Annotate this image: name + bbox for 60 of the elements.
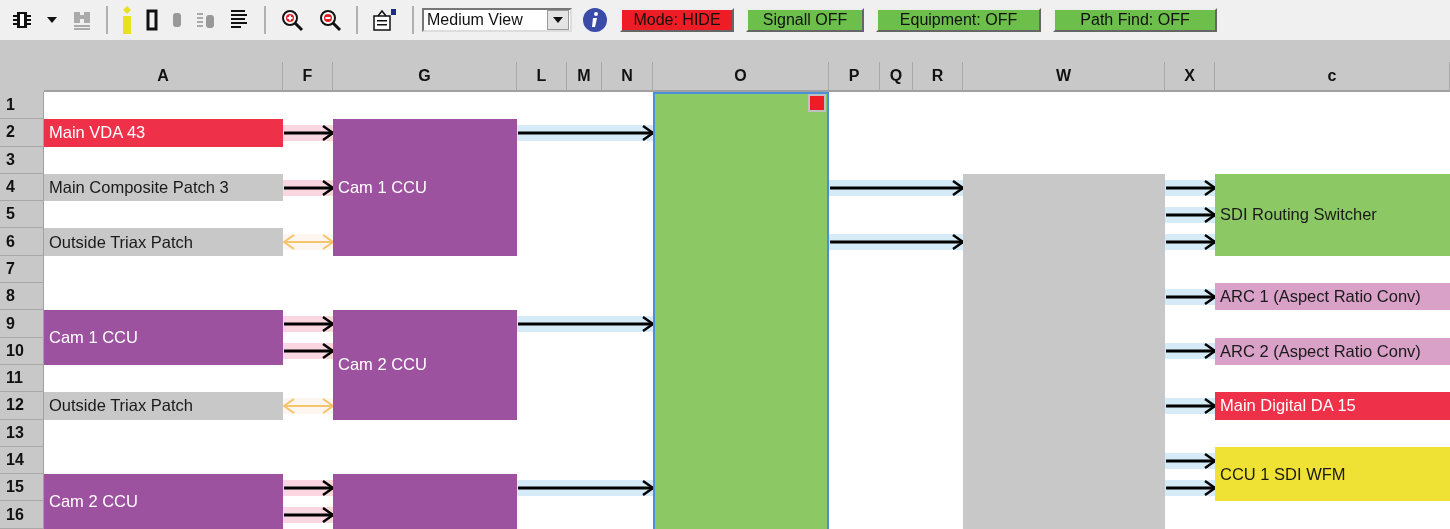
row-header[interactable]: 10	[0, 337, 44, 365]
equipment-block[interactable]: Cam 2 CCU	[333, 310, 517, 420]
row-header[interactable]: 13	[0, 419, 44, 447]
row-header[interactable]: 14	[0, 446, 44, 475]
equipment-block[interactable]: Cam 1 CCU	[44, 310, 283, 365]
column-header[interactable]: P	[829, 62, 880, 92]
row-header[interactable]: 1	[0, 92, 44, 120]
column-header[interactable]: G	[333, 62, 517, 92]
toggle-button[interactable]: Mode: HIDE	[620, 8, 734, 32]
row-header[interactable]: 12	[0, 392, 44, 420]
equipment-block[interactable]: Cam 2 CCU	[44, 474, 283, 529]
chip-icon[interactable]	[12, 10, 32, 30]
row-header[interactable]: 15	[0, 474, 44, 502]
equipment-block[interactable]: Main Digital DA 15	[1215, 392, 1450, 420]
toggle-button[interactable]: Path Find: OFF	[1053, 8, 1217, 32]
row-header[interactable]: 11	[0, 364, 44, 393]
row-header[interactable]: 16	[0, 501, 44, 529]
column-header[interactable]: W	[963, 62, 1165, 92]
column-header[interactable]: F	[283, 62, 333, 92]
column-header[interactable]: N	[602, 62, 653, 92]
caret-icon[interactable]	[46, 16, 58, 24]
row-header[interactable]: 5	[0, 201, 44, 229]
row-header[interactable]: 3	[0, 146, 44, 174]
properties-icon[interactable]	[372, 8, 398, 32]
toggle-button[interactable]: Signall OFF	[746, 8, 864, 32]
equipment-block[interactable]: Outside Triax Patch	[44, 392, 283, 420]
equipment-block[interactable]: Outside Triax Patch	[44, 228, 283, 256]
info-marker-icon[interactable]	[122, 6, 132, 34]
row-header[interactable]: 9	[0, 310, 44, 338]
equipment-block[interactable]: Main Composite Patch 3	[44, 173, 283, 202]
column-header[interactable]: A	[44, 62, 283, 92]
info-icon[interactable]	[582, 7, 608, 33]
view-select[interactable]: Medium View	[422, 8, 572, 32]
equipment-block[interactable]: Cam 1 CCU	[333, 119, 517, 256]
row-header[interactable]: 2	[0, 119, 44, 147]
column-header[interactable]: X	[1165, 62, 1215, 92]
equipment-block[interactable]: ARC 1 (Aspect Ratio Conv)	[1215, 283, 1450, 311]
capsule-icon[interactable]	[172, 12, 182, 28]
column-header[interactable]: Q	[880, 62, 913, 92]
equipment-block[interactable]: SDI Routing Switcher	[1215, 173, 1450, 256]
column-header[interactable]: O	[653, 62, 829, 92]
caret-icon	[553, 17, 563, 23]
row-header[interactable]: 4	[0, 173, 44, 202]
zoom-out-icon[interactable]	[318, 8, 342, 32]
column-header[interactable]: R	[913, 62, 963, 92]
row-header[interactable]: 6	[0, 228, 44, 256]
equipment-block[interactable]: CCU 1 SDI WFM	[1215, 446, 1450, 502]
list-capsule-icon[interactable]	[196, 11, 216, 29]
equipment-block[interactable]: ARC 2 (Aspect Ratio Conv)	[1215, 337, 1450, 365]
text-lines-icon[interactable]	[230, 9, 250, 31]
zoom-in-icon[interactable]	[280, 8, 304, 32]
column-header[interactable]: c	[1215, 62, 1450, 92]
square-marker-icon[interactable]	[808, 94, 826, 112]
rectangle-icon[interactable]	[146, 9, 158, 31]
row-header[interactable]: 7	[0, 255, 44, 284]
column-header[interactable]: M	[567, 62, 602, 92]
row-header[interactable]: 8	[0, 283, 44, 311]
column-header[interactable]: L	[517, 62, 567, 92]
equipment-block[interactable]: Main VDA 43	[44, 119, 283, 147]
toggle-button[interactable]: Equipment: OFF	[876, 8, 1041, 32]
